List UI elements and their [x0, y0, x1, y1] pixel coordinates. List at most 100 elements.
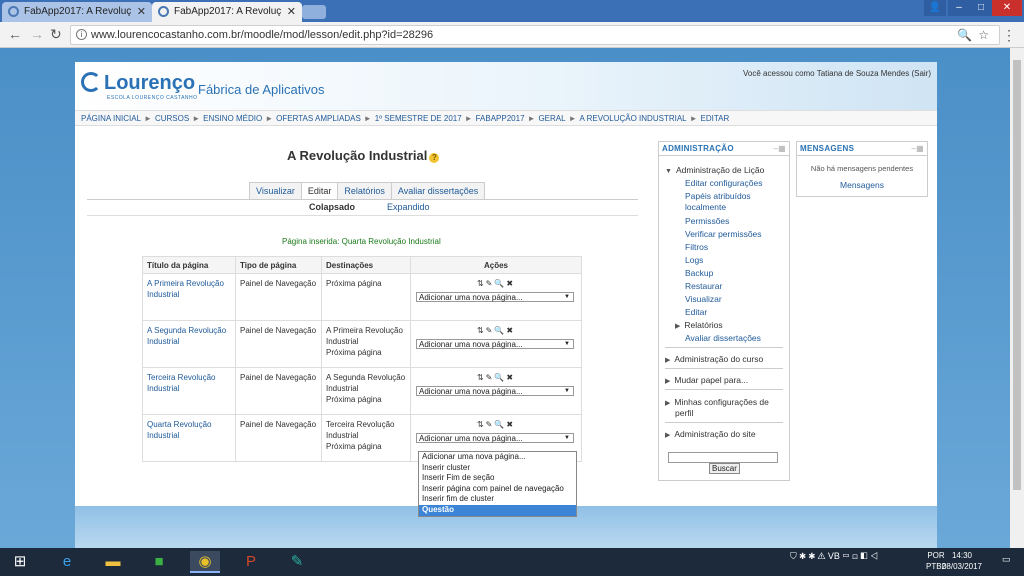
- close-window-button[interactable]: ✕: [992, 0, 1022, 16]
- breadcrumb-item[interactable]: CURSOS: [155, 114, 189, 123]
- admin-link[interactable]: Restaurar: [685, 281, 722, 291]
- move-icon[interactable]: ⇅: [477, 279, 486, 288]
- tree-node-change-role[interactable]: ▶ Mudar papel para...: [665, 375, 748, 385]
- system-tray-icons[interactable]: ⛉ ✱ ✱ ⚠ VB ▭ ⊡ ◧ ◁: [790, 551, 878, 562]
- browser-tab-1[interactable]: FabApp2017: A Revoluç ✕: [2, 2, 152, 22]
- move-icon[interactable]: ⇅: [477, 420, 486, 429]
- windows-start-icon[interactable]: ⊞: [5, 551, 35, 573]
- add-page-select[interactable]: Adicionar uma nova página... ▼: [416, 433, 574, 443]
- tab-visualizar[interactable]: Visualizar: [249, 182, 302, 199]
- file-explorer-icon[interactable]: ▬: [98, 551, 128, 573]
- block-controls-icon[interactable]: –▦: [911, 144, 924, 153]
- browser-tab-bar: FabApp2017: A Revoluç ✕ FabApp2017: A Re…: [0, 0, 1024, 22]
- info-icon[interactable]: i: [76, 29, 87, 40]
- page-title-link[interactable]: A Segunda Revolução Industrial: [147, 326, 226, 346]
- dropdown-option[interactable]: Adicionar uma nova página...: [419, 452, 576, 463]
- clock[interactable]: 14:30 08/03/2017: [942, 550, 982, 572]
- tab-editar[interactable]: Editar: [300, 182, 339, 199]
- close-tab-icon[interactable]: ✕: [137, 5, 146, 18]
- admin-link[interactable]: Avaliar dissertações: [685, 333, 761, 343]
- breadcrumb-item[interactable]: OFERTAS AMPLIADAS: [276, 114, 361, 123]
- delete-icon[interactable]: ✖: [506, 279, 515, 288]
- move-icon[interactable]: ⇅: [477, 373, 486, 382]
- app-icon[interactable]: ✎: [282, 551, 312, 573]
- add-page-select[interactable]: Adicionar uma nova página... ▼: [416, 292, 574, 302]
- breadcrumb-item[interactable]: GERAL: [538, 114, 565, 123]
- subtab-expanded[interactable]: Expandido: [387, 202, 430, 212]
- preview-icon[interactable]: 🔍: [494, 326, 506, 335]
- tab-relatorios[interactable]: Relatórios: [337, 182, 392, 199]
- messages-link[interactable]: Mensagens: [797, 180, 927, 190]
- notifications-icon[interactable]: ▭: [1002, 554, 1011, 565]
- admin-link[interactable]: Permissões: [685, 216, 729, 226]
- admin-link[interactable]: Editar: [685, 307, 707, 317]
- add-page-select[interactable]: Adicionar uma nova página... ▼: [416, 386, 574, 396]
- admin-link[interactable]: Backup: [685, 268, 713, 278]
- close-tab-icon[interactable]: ✕: [287, 5, 296, 18]
- admin-link[interactable]: localmente: [685, 202, 726, 212]
- tree-node-lesson-admin[interactable]: ▼ Administração de Lição: [665, 165, 764, 175]
- tree-node-label-cont[interactable]: perfil: [675, 408, 693, 418]
- preview-icon[interactable]: 🔍: [494, 373, 506, 382]
- tree-node-site-admin[interactable]: ▶ Administração do site: [665, 429, 756, 439]
- admin-link[interactable]: Filtros: [685, 242, 708, 252]
- forward-icon[interactable]: →: [30, 26, 44, 42]
- preview-icon[interactable]: 🔍: [494, 279, 506, 288]
- page-title-link[interactable]: A Primeira Revolução Industrial: [147, 279, 224, 299]
- breadcrumb-item: EDITAR: [700, 114, 730, 123]
- admin-search-input[interactable]: [668, 452, 778, 463]
- preview-icon[interactable]: 🔍: [494, 420, 506, 429]
- login-info[interactable]: Você acessou como Tatiana de Souza Mende…: [743, 69, 931, 78]
- url-input[interactable]: i www.lourencocastanho.com.br/moodle/mod…: [70, 25, 1000, 45]
- tree-node-course-admin[interactable]: ▶ Administração do curso: [665, 354, 763, 364]
- minimize-button[interactable]: –: [948, 0, 970, 16]
- dropdown-option[interactable]: Inserir página com painel de navegação: [419, 484, 576, 495]
- dropdown-option[interactable]: Inserir cluster: [419, 463, 576, 474]
- breadcrumb-item[interactable]: FABAPP2017: [476, 114, 525, 123]
- tree-node-reports[interactable]: ▶ Relatórios: [675, 320, 723, 330]
- admin-link[interactable]: Editar configurações: [685, 178, 763, 188]
- school-logo[interactable]: Lourenço: [81, 72, 195, 95]
- block-controls-icon[interactable]: –▦: [773, 144, 786, 153]
- dropdown-option[interactable]: Inserir Fim de seção: [419, 473, 576, 484]
- maximize-button[interactable]: □: [970, 0, 992, 16]
- add-page-dropdown-list[interactable]: Adicionar uma nova página... Inserir clu…: [418, 451, 577, 517]
- admin-link[interactable]: Visualizar: [685, 294, 722, 304]
- admin-link[interactable]: Papéis atribuídos: [685, 191, 751, 201]
- delete-icon[interactable]: ✖: [506, 420, 515, 429]
- user-icon[interactable]: 👤: [924, 0, 946, 16]
- delete-icon[interactable]: ✖: [506, 373, 515, 382]
- tab-avaliar-dissertacoes[interactable]: Avaliar dissertações: [390, 182, 486, 199]
- dropdown-option-highlighted[interactable]: Questão: [419, 504, 576, 516]
- browser-tab-2[interactable]: FabApp2017: A Revoluç ✕: [152, 2, 302, 22]
- add-page-select[interactable]: Adicionar uma nova página... ▼: [416, 339, 574, 349]
- help-icon[interactable]: ?: [429, 153, 440, 163]
- powerpoint-icon[interactable]: P: [236, 551, 266, 573]
- store-icon[interactable]: ■: [144, 551, 174, 573]
- chrome-icon[interactable]: ◉: [190, 551, 220, 573]
- breadcrumb-item[interactable]: PÁGINA INICIAL: [81, 114, 141, 123]
- reload-icon[interactable]: ↻: [50, 26, 62, 43]
- page-title-link[interactable]: Terceira Revolução Industrial: [147, 373, 215, 393]
- delete-icon[interactable]: ✖: [506, 326, 515, 335]
- browser-menu-icon[interactable]: ⋮: [1002, 27, 1016, 44]
- admin-link[interactable]: Verificar permissões: [685, 229, 762, 239]
- browser-tab-title: FabApp2017: A Revoluç: [174, 6, 282, 17]
- page-title-link[interactable]: Quarta Revolução Industrial: [147, 420, 211, 440]
- tree-node-profile-settings[interactable]: ▶ Minhas configurações de: [665, 397, 769, 407]
- dropdown-option[interactable]: Inserir fim de cluster: [419, 494, 576, 505]
- back-icon[interactable]: ←: [8, 26, 22, 42]
- breadcrumb-item[interactable]: ENSINO MÉDIO: [203, 114, 262, 123]
- internet-explorer-icon[interactable]: e: [52, 551, 82, 573]
- breadcrumb-item[interactable]: A REVOLUÇÃO INDUSTRIAL: [579, 114, 686, 123]
- zoom-and-star-icons[interactable]: 🔍☆: [957, 28, 995, 42]
- subtab-collapsed[interactable]: Colapsado: [309, 202, 355, 212]
- scrollbar[interactable]: [1010, 48, 1024, 548]
- scrollbar-thumb[interactable]: [1013, 60, 1021, 490]
- admin-link[interactable]: Logs: [685, 255, 703, 265]
- search-button[interactable]: Buscar: [709, 463, 740, 474]
- move-icon[interactable]: ⇅: [477, 326, 486, 335]
- select-value: Adicionar uma nova página...: [419, 434, 523, 443]
- new-tab-button[interactable]: [302, 5, 326, 19]
- breadcrumb-item[interactable]: 1º SEMESTRE DE 2017: [375, 114, 462, 123]
